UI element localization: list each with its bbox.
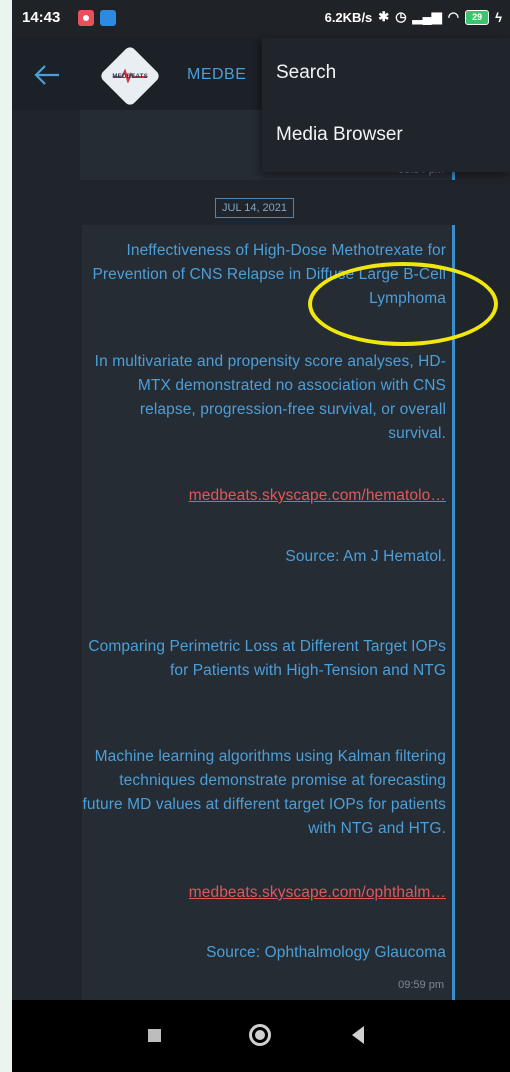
status-time: 14:43 [22, 9, 61, 26]
alarm-icon: ◷ [395, 9, 407, 24]
status-bar: 14:43 6.2KB/s ✱ ◷ ▂▄▆ ◠ 29 ϟ [12, 0, 510, 38]
overflow-menu: Search Media Browser [262, 38, 510, 172]
gallery-notification-icon [100, 10, 116, 26]
phone-screen: 14:43 6.2KB/s ✱ ◷ ▂▄▆ ◠ 29 ϟ MEDBEATS ME… [12, 0, 510, 1072]
article1-summary: In multivariate and propensity score ana… [94, 353, 446, 442]
article2-source: Source: Ophthalmology Glaucoma [206, 944, 446, 961]
logo-text: MEDBEATS [112, 74, 148, 80]
article2-title: Comparing Perimetric Loss at Different T… [88, 638, 446, 679]
highlight-annotation [308, 262, 498, 346]
menu-item-search[interactable]: Search [276, 62, 336, 84]
message-time: 09:59 pm [398, 979, 444, 991]
charging-icon: ϟ [495, 9, 502, 25]
home-icon[interactable] [249, 1024, 271, 1046]
article2-summary: Machine learning algorithms using Kalman… [82, 748, 446, 837]
article1-source: Source: Am J Hematol. [285, 548, 446, 565]
app-title: MEDBE [187, 66, 247, 83]
signal-icon: ▂▄▆ [412, 9, 442, 24]
recents-icon[interactable] [148, 1029, 161, 1042]
network-speed: 6.2KB/s [324, 9, 373, 25]
article1-link[interactable]: medbeats.skyscape.com/hematolo… [189, 484, 446, 508]
battery-icon: 29 [465, 9, 490, 25]
chat-area: 09:54 pm JUL 14, 2021 Ineffectiveness of… [12, 110, 510, 1005]
notification-icon [78, 10, 94, 26]
menu-item-media-browser[interactable]: Media Browser [276, 124, 403, 146]
date-separator: JUL 14, 2021 [215, 198, 295, 218]
navigation-bar [12, 1000, 510, 1072]
bluetooth-icon: ✱ [378, 9, 390, 24]
back-arrow-icon[interactable] [32, 60, 62, 90]
app-logo: MEDBEATS [106, 56, 154, 96]
wifi-icon: ◠ [447, 9, 460, 24]
article2-link[interactable]: medbeats.skyscape.com/ophthalm… [189, 881, 446, 905]
status-right: 6.2KB/s ✱ ◷ ▂▄▆ ◠ 29 ϟ [325, 9, 502, 25]
nav-back-icon[interactable] [352, 1026, 364, 1044]
